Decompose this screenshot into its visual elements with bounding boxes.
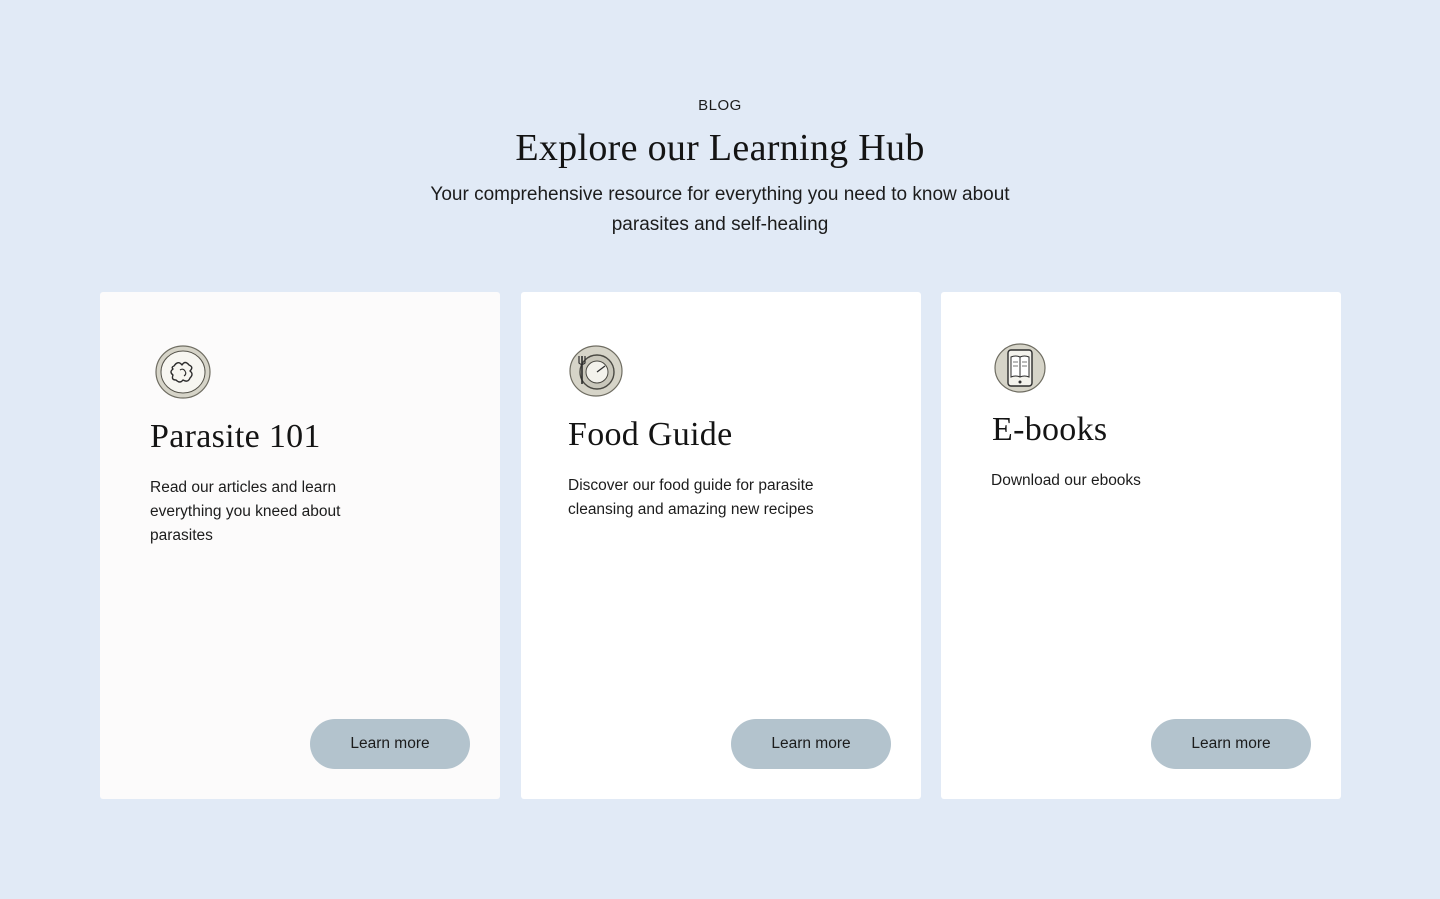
card-title: E-books xyxy=(992,411,1108,448)
card-food-guide: Food Guide Discover our food guide for p… xyxy=(521,292,921,799)
card-description: Download our ebooks xyxy=(991,472,1141,489)
card-title: Parasite 101 xyxy=(150,418,321,455)
card-description: Discover our food guide for parasite cle… xyxy=(568,477,814,518)
card-description: Read our articles and learn everything y… xyxy=(150,479,341,544)
card-title: Food Guide xyxy=(568,416,733,453)
learn-more-button[interactable]: Learn more xyxy=(1151,719,1311,769)
page-title: Explore our Learning Hub xyxy=(515,127,925,169)
learn-more-button[interactable]: Learn more xyxy=(310,719,470,769)
book-tablet-icon xyxy=(993,342,1047,394)
learn-more-button[interactable]: Learn more xyxy=(731,719,891,769)
card-e-books: E-books Download our ebooks Learn more xyxy=(941,292,1341,799)
plate-cutlery-icon xyxy=(568,344,624,398)
page-subtitle: Your comprehensive resource for everythi… xyxy=(430,184,1010,235)
parasite-icon xyxy=(154,344,212,400)
section-eyebrow: BLOG xyxy=(698,97,742,114)
card-parasite-101: Parasite 101 Read our articles and learn… xyxy=(100,292,500,799)
